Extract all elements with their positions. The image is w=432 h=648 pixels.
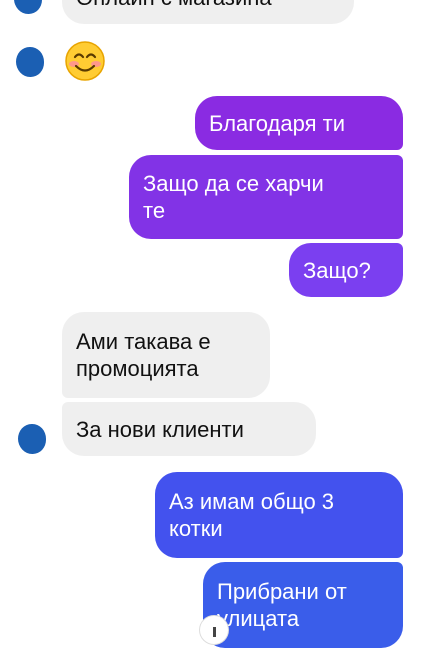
message-text: Защо да се харчи те [143,171,324,223]
message-bubble-outgoing: Прибрани от улицата [203,562,403,648]
message-text: Онлайн с магазина [76,0,272,11]
message-text: За нови клиенти [76,416,244,442]
message-text: Благодаря ти [209,110,346,136]
message-bubble-outgoing: Аз имам общо 3 котки [155,472,403,558]
contact-avatar[interactable] [16,47,44,77]
smiling-face-emoji: 😊 [64,40,106,87]
message-text: Аз имам общо 3 котки [169,489,335,541]
message-bubble-outgoing: Защо? [289,243,403,297]
message-text: Ами такава е промоцията [76,329,211,381]
contact-avatar[interactable] [18,424,46,454]
contact-avatar[interactable] [14,0,42,14]
message-bubble-incoming: Онлайн с магазина [62,0,354,24]
message-text: Защо? [303,257,371,283]
seen-indicator-avatar [200,616,228,644]
message-bubble-outgoing: Защо да се харчи те [129,155,403,239]
message-bubble-incoming: За нови клиенти [62,402,316,456]
message-bubble-incoming: Ами такава е промоцията [62,312,270,398]
message-text: Прибрани от улицата [217,579,347,631]
message-bubble-outgoing: Благодаря ти [195,96,403,150]
